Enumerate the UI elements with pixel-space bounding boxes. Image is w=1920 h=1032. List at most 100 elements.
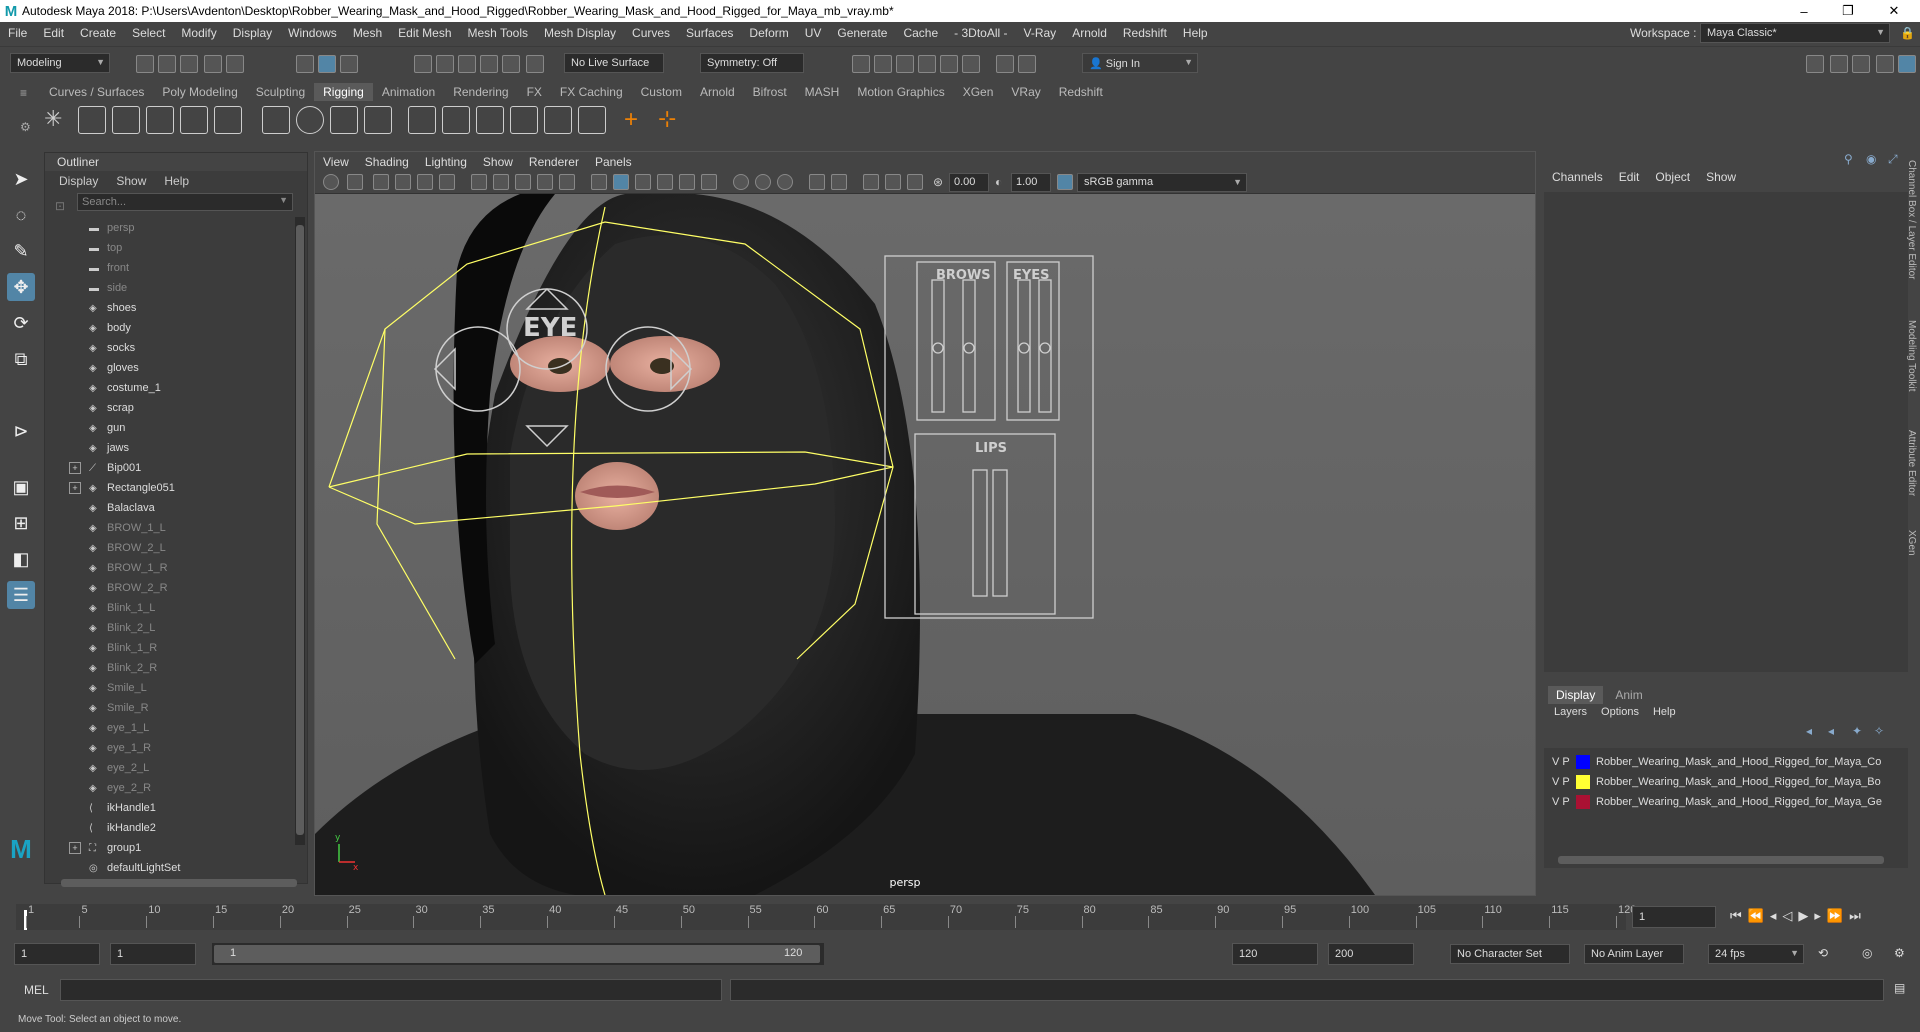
shelf-tab-rendering[interactable]: Rendering: [444, 83, 517, 101]
orient-constraint-icon[interactable]: [476, 106, 504, 134]
hypershade-icon[interactable]: [940, 55, 958, 73]
scene-render[interactable]: EYE BROWS EYES LIPS y x persp: [315, 194, 1535, 895]
layer-menu-options[interactable]: Options: [1601, 706, 1639, 718]
outliner-item[interactable]: ◈ body: [45, 318, 291, 338]
menu-select[interactable]: Select: [124, 26, 173, 40]
outliner-item[interactable]: ▬ top: [45, 238, 291, 258]
minimize-button[interactable]: –: [1782, 0, 1826, 22]
new-layer-icon[interactable]: ✧: [1874, 724, 1884, 738]
point-constraint-icon[interactable]: [442, 106, 470, 134]
menu-mesh-display[interactable]: Mesh Display: [536, 26, 624, 40]
select-camera-icon[interactable]: [323, 174, 339, 190]
channel-menu-channels[interactable]: Channels: [1552, 170, 1603, 184]
pin-icon[interactable]: ⚲: [1844, 152, 1853, 166]
snap-rotate-icon[interactable]: [526, 55, 544, 73]
shelf-settings-icon[interactable]: ⚙: [20, 120, 31, 134]
channel-menu-show[interactable]: Show: [1706, 170, 1736, 184]
playback-prefs-icon[interactable]: ⚙: [1894, 946, 1905, 960]
shelf-tab-mash[interactable]: MASH: [796, 83, 849, 101]
outliner-item[interactable]: ▬ side: [45, 278, 291, 298]
wireframe-icon[interactable]: [591, 174, 607, 190]
add-influence-icon[interactable]: +: [624, 106, 652, 134]
wireframe-on-shaded-icon[interactable]: [657, 174, 673, 190]
layer-menu-layers[interactable]: Layers: [1554, 706, 1587, 718]
humanik-icon[interactable]: [214, 106, 242, 134]
shelf-tab-vray[interactable]: VRay: [1002, 83, 1049, 101]
menu-vray[interactable]: V-Ray: [1016, 26, 1065, 40]
outliner-item[interactable]: + ◈ Rectangle051: [45, 478, 291, 498]
xray-joints-icon[interactable]: [863, 174, 879, 190]
select-tool-icon[interactable]: ➤: [7, 165, 35, 193]
outliner-hscrollbar[interactable]: [61, 879, 297, 887]
chevron-down-icon[interactable]: ▼: [279, 195, 288, 205]
attribute-editor-icon[interactable]: [1830, 55, 1848, 73]
filter-icon[interactable]: ⊡: [55, 199, 65, 213]
range-slider-bar[interactable]: 1 120: [214, 945, 820, 963]
bind-skin-icon[interactable]: [262, 106, 290, 134]
expand-icon[interactable]: +: [69, 842, 81, 854]
gamma-field[interactable]: 1.00: [1011, 173, 1051, 192]
camera-attributes-icon[interactable]: [347, 174, 363, 190]
playback-controls[interactable]: ⏮⏪◂◁▶▸⏩⏭: [1730, 908, 1867, 924]
menu-set-dropdown[interactable]: Modeling ▼: [10, 53, 110, 73]
loop-icon[interactable]: ⟲: [1818, 946, 1828, 960]
ik-handle-icon[interactable]: [78, 106, 106, 134]
rotate-tool-icon[interactable]: ⟳: [7, 309, 35, 337]
auto-key-icon[interactable]: ◎: [1862, 946, 1872, 960]
layer-visibility[interactable]: V P: [1552, 776, 1576, 788]
vray-stop-icon[interactable]: [1018, 55, 1036, 73]
outliner-item[interactable]: ◈ eye_1_L: [45, 718, 291, 738]
menu-deform[interactable]: Deform: [741, 26, 796, 40]
outliner-menu-display[interactable]: Display: [59, 174, 98, 188]
pole-vector-icon[interactable]: [578, 106, 606, 134]
move-tool-icon[interactable]: ✥: [7, 273, 35, 301]
backface-icon[interactable]: [907, 174, 923, 190]
gate-mask-icon[interactable]: [537, 174, 553, 190]
outliner-item[interactable]: ▬ front: [45, 258, 291, 278]
render-view-icon[interactable]: [962, 55, 980, 73]
channel-box-area[interactable]: [1544, 192, 1908, 672]
menu-create[interactable]: Create: [72, 26, 124, 40]
shelf-tab-poly-modeling[interactable]: Poly Modeling: [153, 83, 246, 101]
layer-row[interactable]: V P Robber_Wearing_Mask_and_Hood_Rigged_…: [1552, 752, 1898, 772]
outliner-menu-help[interactable]: Help: [164, 174, 189, 188]
parent-constraint-icon[interactable]: [408, 106, 436, 134]
time-slider[interactable]: 1 5 10 15 20 25 30 35 40 45 50 55 60 65 70 75 80 85 90 95 10…: [0, 900, 1920, 934]
ik-spline-icon[interactable]: [112, 106, 140, 134]
viewport-menu-shading[interactable]: Shading: [357, 155, 417, 169]
outliner-item[interactable]: ◈ gloves: [45, 358, 291, 378]
menu-windows[interactable]: Windows: [280, 26, 345, 40]
exposure-field[interactable]: 0.00: [949, 173, 989, 192]
left-eye[interactable]: [548, 358, 572, 374]
color-management-icon[interactable]: [1057, 174, 1073, 190]
outliner-item[interactable]: ◈ Balaclava: [45, 498, 291, 518]
range-slider-track[interactable]: 1 120: [212, 943, 824, 965]
symmetry-dropdown[interactable]: Symmetry: Off: [700, 53, 804, 73]
outliner-scrollbar[interactable]: [295, 217, 305, 845]
outliner-item[interactable]: ◈ gun: [45, 418, 291, 438]
side-tab-xgen[interactable]: XGen: [1906, 530, 1917, 556]
layer-color-swatch[interactable]: [1576, 755, 1590, 769]
select-hierarchy-icon[interactable]: [296, 55, 314, 73]
outliner-layout-icon[interactable]: ☰: [7, 581, 35, 609]
single-perspective-layout-icon[interactable]: ▣: [7, 473, 35, 501]
grid-icon[interactable]: [471, 174, 487, 190]
open-scene-icon[interactable]: [158, 55, 176, 73]
use-all-lights-icon[interactable]: [701, 174, 717, 190]
outliner-item[interactable]: ◈ scrap: [45, 398, 291, 418]
menu-arnold[interactable]: Arnold: [1064, 26, 1115, 40]
maximize-button[interactable]: ❐: [1826, 0, 1870, 22]
antialiasing-icon[interactable]: [777, 174, 793, 190]
cluster-icon[interactable]: [364, 106, 392, 134]
menu-generate[interactable]: Generate: [829, 26, 895, 40]
modeling-toolkit-icon[interactable]: [1806, 55, 1824, 73]
shelf-tab-fx[interactable]: FX: [518, 83, 551, 101]
outliner-item[interactable]: + ⟋ Bip001: [45, 458, 291, 478]
tool-settings-icon[interactable]: [1852, 55, 1870, 73]
lock-icon[interactable]: 🔒: [1900, 26, 1915, 40]
twod-pan-zoom-icon[interactable]: [417, 174, 433, 190]
channel-box-icon[interactable]: [1876, 55, 1894, 73]
remove-influence-icon[interactable]: ⊹: [658, 106, 686, 134]
command-input[interactable]: [60, 979, 722, 1001]
outliner-item[interactable]: ◈ eye_2_L: [45, 758, 291, 778]
